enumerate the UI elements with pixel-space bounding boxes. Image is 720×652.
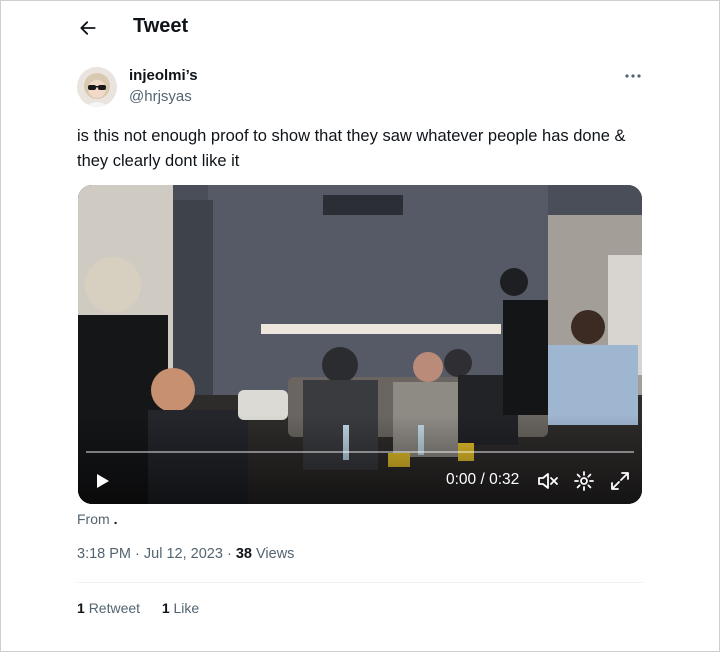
author-handle[interactable]: @hrjsyas: [129, 88, 192, 105]
page-header: Tweet: [0, 0, 720, 56]
tweet-text: is this not enough proof to show that th…: [77, 127, 626, 170]
like-count: 1: [161, 600, 170, 616]
source-line: From .: [77, 511, 117, 527]
likes-link[interactable]: 1 Like: [162, 600, 199, 616]
video-player[interactable]: 0:00 / 0:32: [78, 185, 642, 504]
video-time: 0:00 / 0:32: [446, 471, 520, 488]
video-controls: 0:00 / 0:32: [78, 463, 642, 503]
tweet-meta: 3:18 PM · Jul 12, 2023 · 38 Views: [77, 546, 294, 562]
play-icon: [97, 474, 109, 488]
settings-button[interactable]: [572, 469, 596, 493]
more-options-button[interactable]: [618, 64, 648, 88]
avatar-image: [77, 67, 117, 107]
engagement-stats: 1 Retweet 1 Like: [77, 600, 199, 616]
like-label: Like: [173, 600, 200, 616]
tweet-time[interactable]: 3:18 PM: [77, 546, 131, 562]
mute-button[interactable]: [536, 469, 560, 493]
author-display-name[interactable]: injeolmi’s: [129, 67, 198, 84]
retweet-count: 1: [77, 600, 85, 616]
back-button[interactable]: [72, 12, 104, 44]
more-dots-icon: [625, 74, 641, 78]
source-label: From: [77, 511, 110, 527]
avatar[interactable]: [77, 67, 117, 107]
play-button[interactable]: [90, 469, 114, 493]
meta-separator-2: ·: [226, 546, 232, 562]
retweet-label: Retweet: [88, 600, 141, 616]
views-count: 38: [235, 546, 252, 562]
video-frame: [78, 185, 642, 504]
views-label: Views: [256, 546, 295, 562]
divider: [77, 582, 643, 583]
page-title: Tweet: [133, 15, 189, 37]
retweets-link[interactable]: 1 Retweet: [77, 600, 144, 616]
video-progress-bar[interactable]: [86, 451, 634, 453]
volume-muted-icon: [538, 473, 558, 489]
tweet-date[interactable]: Jul 12, 2023: [144, 546, 223, 562]
fullscreen-icon: [611, 472, 629, 490]
gear-icon: [574, 471, 594, 491]
meta-separator: ·: [135, 546, 140, 562]
fullscreen-button[interactable]: [608, 469, 632, 493]
source-value[interactable]: .: [114, 511, 118, 527]
arrow-left-icon: [80, 21, 96, 35]
